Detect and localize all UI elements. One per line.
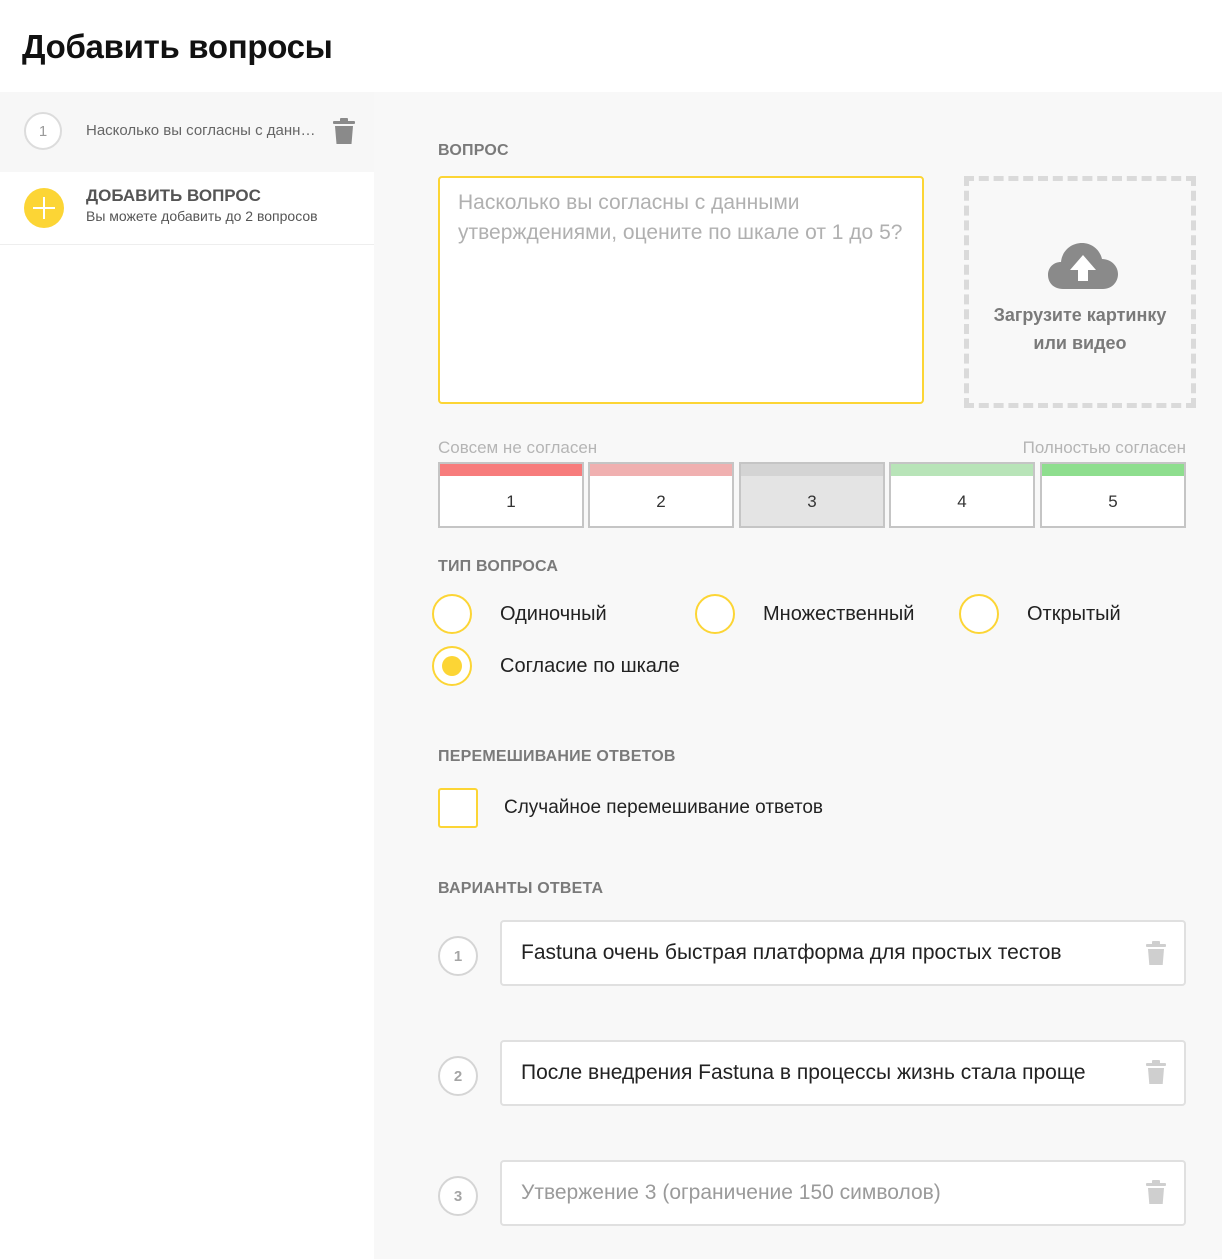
media-upload-zone[interactable]: Загрузите картинку или видео <box>964 176 1196 408</box>
sidebar-question-text: Насколько вы согласны с данными утвержде… <box>86 122 316 139</box>
radio-label: Открытый <box>1027 603 1121 625</box>
cloud-upload-icon <box>1048 243 1118 289</box>
answer-number: 2 <box>438 1056 478 1096</box>
radio-label: Согласие по шкале <box>500 655 680 677</box>
upload-label: Загрузите картинку или видео <box>969 301 1191 357</box>
answer-number: 3 <box>438 1176 478 1216</box>
scale-color-bar <box>1042 464 1184 476</box>
answers-label: ВАРИАНТЫ ОТВЕТА <box>438 880 604 897</box>
add-question-button[interactable]: ДОБАВИТЬ ВОПРОС Вы можете добавить до 2 … <box>0 172 374 245</box>
radio-label: Одиночный <box>500 603 607 625</box>
question-editor: ВОПРОС Загрузите картинку или видео Совс… <box>374 92 1222 1259</box>
radio-label: Множественный <box>763 603 915 625</box>
agreement-scale: 1 2 3 4 5 <box>438 462 1186 528</box>
radio-button <box>959 594 999 634</box>
radio-button <box>432 594 472 634</box>
shuffle-checkbox-label: Случайное перемешивание ответов <box>504 797 823 818</box>
question-text-input[interactable] <box>438 176 924 404</box>
answer-input-1[interactable] <box>500 920 1186 986</box>
scale-option-1[interactable]: 1 <box>438 462 584 528</box>
shuffle-checkbox[interactable] <box>438 788 478 828</box>
scale-option-5[interactable]: 5 <box>1040 462 1186 528</box>
answer-input-2[interactable] <box>500 1040 1186 1106</box>
question-type-group: Одиночный Множественный Открытый Согласи… <box>432 594 1222 694</box>
plus-icon <box>24 188 64 228</box>
question-number: 1 <box>24 112 62 150</box>
trash-icon[interactable] <box>1146 1180 1166 1204</box>
scale-option-label: 4 <box>957 492 967 511</box>
scale-option-label: 2 <box>656 492 666 511</box>
answer-number: 1 <box>438 936 478 976</box>
scale-color-bar <box>590 464 732 476</box>
scale-option-3[interactable]: 3 <box>739 462 885 528</box>
trash-icon[interactable] <box>1146 941 1166 965</box>
scale-option-label: 1 <box>506 492 516 511</box>
answer-input-3[interactable] <box>500 1160 1186 1226</box>
add-question-hint: Вы можете добавить до 2 вопросов <box>86 208 318 224</box>
shuffle-label: ПЕРЕМЕШИВАНИЕ ОТВЕТОВ <box>438 748 676 765</box>
radio-button <box>695 594 735 634</box>
scale-max-label: Полностью согласен <box>1022 438 1186 457</box>
scale-min-label: Совсем не согласен <box>438 438 598 457</box>
upload-label-line1: Загрузите картинку <box>993 305 1167 325</box>
trash-icon[interactable] <box>1146 1060 1166 1084</box>
scale-color-bar <box>741 464 883 476</box>
question-type-label: ТИП ВОПРОСА <box>438 558 559 575</box>
radio-button <box>432 646 472 686</box>
question-label: ВОПРОС <box>438 142 509 159</box>
upload-label-line2: или видео <box>1033 333 1127 353</box>
sidebar-question-item[interactable]: 1 Насколько вы согласны с данными утверж… <box>0 92 374 172</box>
scale-color-bar <box>440 464 582 476</box>
scale-option-label: 3 <box>807 492 817 511</box>
scale-option-label: 5 <box>1108 492 1118 511</box>
add-question-title: ДОБАВИТЬ ВОПРОС <box>86 186 261 205</box>
scale-color-bar <box>891 464 1033 476</box>
scale-option-4[interactable]: 4 <box>889 462 1035 528</box>
trash-icon[interactable] <box>333 118 355 144</box>
page-title: Добавить вопросы <box>22 28 333 65</box>
sidebar: 1 Насколько вы согласны с данными утверж… <box>0 92 374 245</box>
scale-option-2[interactable]: 2 <box>588 462 734 528</box>
